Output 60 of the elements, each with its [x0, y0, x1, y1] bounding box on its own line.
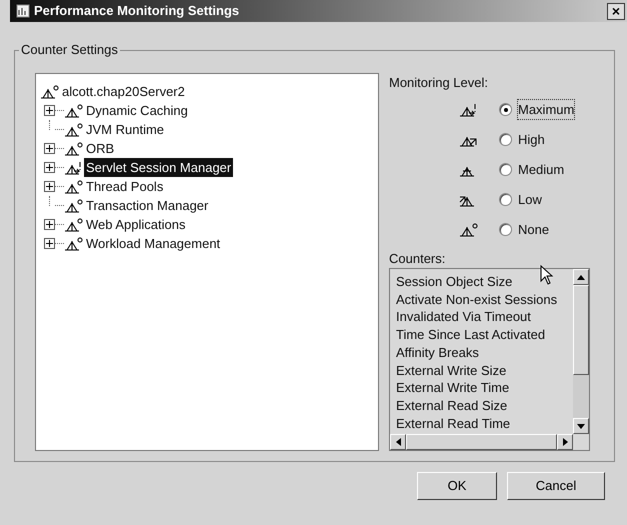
scroll-up-icon[interactable] — [573, 269, 589, 285]
gauge-icon — [40, 84, 60, 98]
tree-item[interactable]: Servlet Session Manager — [84, 158, 234, 178]
tree-item[interactable]: Transaction Manager — [84, 196, 210, 216]
section-label: Monitoring Level: — [389, 74, 489, 92]
radio-button[interactable] — [499, 103, 512, 116]
scroll-right-icon[interactable] — [557, 434, 573, 450]
list-item[interactable]: External Read Time — [396, 414, 567, 432]
gauge-icon — [64, 104, 84, 118]
list-item[interactable]: Affinity Breaks — [396, 344, 567, 362]
gauge-icon — [64, 142, 84, 156]
expand-icon[interactable] — [44, 162, 55, 173]
radio-label[interactable]: High — [518, 130, 545, 150]
tree-item[interactable]: alcott.chap20Server2 — [60, 82, 187, 102]
tree-item[interactable]: Web Applications — [84, 214, 188, 234]
gauge-icon — [64, 218, 84, 232]
tree-item[interactable]: ORB — [84, 138, 116, 158]
pointer-icon — [540, 265, 554, 285]
list-item[interactable]: Session Object Size — [396, 273, 567, 291]
radio-label[interactable]: Medium — [518, 160, 564, 180]
tree-item[interactable]: Dynamic Caching — [84, 100, 190, 120]
radio-button[interactable] — [499, 223, 512, 236]
gauge-icon — [64, 236, 84, 250]
radio-button[interactable] — [499, 193, 512, 206]
list-item[interactable]: External Read Size — [396, 396, 567, 415]
expand-icon[interactable] — [44, 238, 55, 249]
dialog-button[interactable]: OK — [417, 472, 497, 500]
expand-icon[interactable] — [44, 105, 55, 116]
gauge-icon — [64, 122, 84, 136]
list-item[interactable]: External Write Size — [396, 362, 567, 380]
group-label: Counter Settings — [19, 42, 120, 58]
list-item[interactable]: Activate Non-exist Sessions — [396, 290, 567, 308]
radio-label[interactable]: Maximum — [518, 100, 574, 120]
vertical-scrollbar[interactable] — [573, 269, 589, 434]
scroll-thumb[interactable] — [573, 285, 589, 375]
radio-label[interactable]: None — [518, 220, 550, 240]
window-title: Performance Monitoring Settings — [34, 2, 240, 20]
section-label: Counters: — [389, 250, 446, 268]
expand-icon[interactable] — [44, 219, 55, 230]
tree-item[interactable]: Workload Management — [84, 234, 222, 254]
scroll-left-icon[interactable] — [390, 434, 406, 450]
scroll-thumb[interactable] — [406, 434, 557, 450]
horizontal-scrollbar[interactable] — [390, 434, 573, 450]
list-item[interactable]: Time Since Last Activated — [396, 326, 567, 344]
list-item[interactable]: External Write Time — [396, 379, 567, 397]
gauge-icon — [64, 198, 84, 212]
list-item[interactable]: Invalidated Via Timeout — [396, 308, 567, 326]
close-button[interactable]: × — [607, 2, 625, 20]
expand-icon[interactable] — [44, 181, 55, 192]
radio-label[interactable]: Low — [518, 190, 542, 210]
dialog-button[interactable]: Cancel — [507, 472, 605, 500]
scroll-down-icon[interactable] — [573, 418, 589, 434]
tree-item[interactable]: Thread Pools — [84, 176, 166, 196]
expand-icon[interactable] — [44, 143, 55, 154]
window-icon — [16, 4, 30, 18]
level-icon — [459, 222, 479, 236]
radio-button[interactable] — [499, 163, 512, 176]
gauge-icon — [64, 180, 84, 194]
radio-button[interactable] — [499, 133, 512, 146]
tree-item[interactable]: JVM Runtime — [84, 120, 166, 140]
